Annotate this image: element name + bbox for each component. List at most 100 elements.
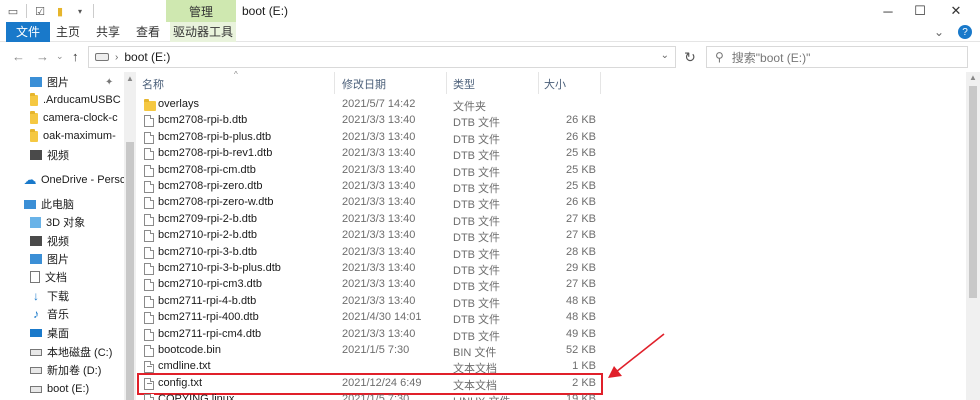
file-date: 2021/3/3 13:40 bbox=[342, 180, 416, 192]
nav-item-onedrive[interactable]: ☁ OneDrive - Persc bbox=[24, 171, 125, 189]
file-row-highlighted[interactable]: config.txt 2021/12/24 6:49 文本文档 2 KB bbox=[137, 372, 603, 395]
maximize-button[interactable]: ☐ bbox=[902, 0, 938, 22]
column-type[interactable]: 类型 bbox=[453, 76, 475, 92]
address-dropdown-icon[interactable]: ⌄ bbox=[661, 50, 669, 61]
file-row[interactable]: bcm2709-rpi-2-b.dtb 2021/3/3 13:40 DTB 文件 2… bbox=[140, 212, 600, 228]
file-icon bbox=[144, 345, 154, 357]
column-divider[interactable] bbox=[600, 72, 601, 94]
file-row[interactable]: bcm2710-rpi-2-b.dtb 2021/3/3 13:40 DTB 文件 2… bbox=[140, 228, 600, 244]
file-list-scrollbar[interactable]: ▲ bbox=[966, 72, 980, 400]
nav-item-drive-e[interactable]: boot (E:) bbox=[30, 380, 124, 398]
search-input[interactable]: ⚲ 搜索"boot (E:)" bbox=[706, 46, 968, 68]
file-row[interactable]: bcm2711-rpi-cm4.dtb 2021/3/3 13:40 DTB 文件 4… bbox=[140, 327, 600, 343]
file-row[interactable]: bootcode.bin 2021/1/5 7:30 BIN 文件 52 KB bbox=[140, 343, 600, 359]
nav-item-arducam[interactable]: .ArducamUSBC bbox=[30, 91, 124, 109]
nav-item-videos-quick[interactable]: 视频 bbox=[30, 146, 124, 164]
tab-view[interactable]: 查看 bbox=[132, 22, 164, 42]
file-size: 26 KB bbox=[566, 114, 596, 127]
close-button[interactable]: ✕ bbox=[938, 0, 974, 22]
column-name[interactable]: 名称 bbox=[142, 76, 164, 92]
file-name: bcm2711-rpi-4-b.dtb bbox=[158, 294, 257, 307]
file-icon bbox=[144, 312, 154, 325]
nav-item-label: 下载 bbox=[47, 291, 69, 303]
file-list-scroll-thumb[interactable] bbox=[969, 86, 977, 298]
file-row[interactable]: bcm2708-rpi-b.dtb 2021/3/3 13:40 DTB 文件 26 … bbox=[140, 113, 600, 129]
nav-item-this-pc[interactable]: 此电脑 bbox=[24, 195, 124, 213]
file-date: 2021/3/3 13:40 bbox=[342, 163, 416, 176]
file-row[interactable]: bcm2708-rpi-zero-w.dtb 2021/3/3 13:40 DTB … bbox=[140, 195, 600, 211]
nav-item-pictures-pc[interactable]: 图片 bbox=[30, 250, 124, 268]
file-row[interactable]: bcm2711-rpi-400.dtb 2021/4/30 14:01 DTB 文件… bbox=[140, 310, 600, 326]
tab-file[interactable]: 文件 bbox=[6, 22, 50, 42]
file-type: DTB 文件 bbox=[453, 133, 501, 146]
file-type: DTB 文件 bbox=[453, 314, 501, 327]
file-row[interactable]: bcm2710-rpi-3-b.dtb 2021/3/3 13:40 DTB 文件 2… bbox=[140, 245, 600, 261]
nav-item-3d-objects[interactable]: 3D 对象 bbox=[30, 213, 124, 231]
file-type: DTB 文件 bbox=[453, 150, 501, 163]
new-folder-icon[interactable]: ▮ bbox=[53, 4, 67, 18]
nav-item-downloads[interactable]: ↓ 下载 bbox=[30, 287, 124, 305]
column-date[interactable]: 修改日期 bbox=[342, 76, 386, 92]
scroll-up-icon[interactable]: ▲ bbox=[969, 73, 977, 82]
chevron-down-icon[interactable]: ⌄ bbox=[934, 25, 944, 39]
column-divider[interactable] bbox=[538, 72, 539, 94]
tab-home[interactable]: 主页 bbox=[52, 22, 84, 42]
file-row[interactable]: bcm2710-rpi-cm3.dtb 2021/3/3 13:40 DTB 文件 2… bbox=[140, 277, 600, 293]
nav-scrollbar[interactable]: ▲ bbox=[124, 72, 136, 400]
nav-item-pictures[interactable]: 图片 ✦ bbox=[30, 73, 124, 91]
nav-item-music[interactable]: ♪ 音乐 bbox=[30, 305, 124, 323]
up-arrow-icon[interactable]: ↑ bbox=[72, 49, 79, 64]
column-size[interactable]: 大小 bbox=[544, 76, 566, 92]
file-row[interactable]: bcm2708-rpi-cm.dtb 2021/3/3 13:40 DTB 文件 25… bbox=[140, 163, 600, 179]
navigation-pane: 图片 ✦ .ArducamUSBC camera-clock-c oak-max… bbox=[0, 72, 124, 400]
folder-icon bbox=[144, 99, 156, 111]
file-name: bcm2710-rpi-cm3.dtb bbox=[158, 278, 262, 291]
back-arrow-icon[interactable]: ← bbox=[12, 49, 25, 64]
3d-objects-icon bbox=[30, 216, 41, 228]
folder-icon bbox=[30, 110, 38, 124]
tab-share[interactable]: 共享 bbox=[92, 22, 124, 42]
nav-item-label: OneDrive - Persc bbox=[41, 174, 124, 186]
help-icon[interactable]: ? bbox=[958, 25, 972, 39]
recent-locations-icon[interactable]: ⌄ bbox=[56, 51, 64, 62]
address-path[interactable]: boot (E:) bbox=[124, 50, 170, 64]
file-row[interactable]: overlays 2021/5/7 14:42 文件夹 bbox=[140, 97, 600, 113]
nav-item-drive-c[interactable]: 本地磁盘 (C:) bbox=[30, 343, 124, 361]
file-row[interactable]: COPYING.linux 2021/1/5 7:30 LINUX 文件 19 KB bbox=[140, 392, 600, 400]
nav-item-camera-clock[interactable]: camera-clock-c bbox=[30, 109, 124, 127]
nav-item-oak-maximum[interactable]: oak-maximum- bbox=[30, 127, 124, 145]
nav-item-label: 视频 bbox=[47, 150, 69, 162]
file-date: 2021/3/3 13:40 bbox=[342, 294, 416, 307]
file-row[interactable]: bcm2708-rpi-b-plus.dtb 2021/3/3 13:40 DTB … bbox=[140, 130, 600, 146]
path-chevron-icon[interactable]: › bbox=[115, 52, 118, 63]
nav-scroll-thumb[interactable] bbox=[126, 142, 134, 400]
nav-item-documents[interactable]: 文档 bbox=[30, 268, 124, 286]
nav-item-desktop[interactable]: 桌面 bbox=[30, 324, 124, 342]
file-name: bcm2710-rpi-3-b-plus.dtb bbox=[158, 262, 281, 274]
column-divider[interactable] bbox=[334, 72, 335, 94]
drive-icon[interactable]: ▭ bbox=[6, 4, 20, 18]
file-type: DTB 文件 bbox=[453, 215, 501, 228]
column-divider[interactable] bbox=[446, 72, 447, 94]
file-row[interactable]: bcm2710-rpi-3-b-plus.dtb 2021/3/3 13:40 DT… bbox=[140, 261, 600, 277]
file-type: BIN 文件 bbox=[453, 347, 497, 359]
scroll-up-icon[interactable]: ▲ bbox=[126, 74, 134, 83]
pin-icon[interactable]: ✦ bbox=[105, 77, 113, 88]
file-size: 27 KB bbox=[566, 229, 596, 242]
manage-context-tab[interactable]: 管理 bbox=[166, 0, 236, 22]
tab-drive-tools[interactable]: 驱动器工具 bbox=[170, 22, 236, 42]
file-row[interactable]: cmdline.txt 文本文档 1 KB bbox=[140, 359, 600, 375]
properties-icon[interactable]: ☑ bbox=[33, 4, 47, 18]
forward-arrow-icon[interactable]: → bbox=[36, 49, 49, 64]
this-pc-icon bbox=[24, 199, 36, 209]
minimize-button[interactable]: ─ bbox=[870, 0, 906, 22]
refresh-icon[interactable]: ↻ bbox=[680, 46, 700, 68]
nav-item-drive-d[interactable]: 新加卷 (D:) bbox=[30, 361, 124, 379]
file-row[interactable]: bcm2708-rpi-zero.dtb 2021/3/3 13:40 DTB 文件… bbox=[140, 179, 600, 195]
file-row[interactable]: bcm2711-rpi-4-b.dtb 2021/3/3 13:40 DTB 文件 4… bbox=[140, 294, 600, 310]
address-bar[interactable]: › boot (E:) ⌄ bbox=[88, 46, 676, 68]
file-size: 48 KB bbox=[566, 311, 596, 324]
customize-toolbar-icon[interactable]: ▾ bbox=[73, 4, 87, 18]
nav-item-videos[interactable]: 视频 bbox=[30, 232, 124, 250]
file-row[interactable]: bcm2708-rpi-b-rev1.dtb 2021/3/3 13:40 DTB … bbox=[140, 146, 600, 162]
